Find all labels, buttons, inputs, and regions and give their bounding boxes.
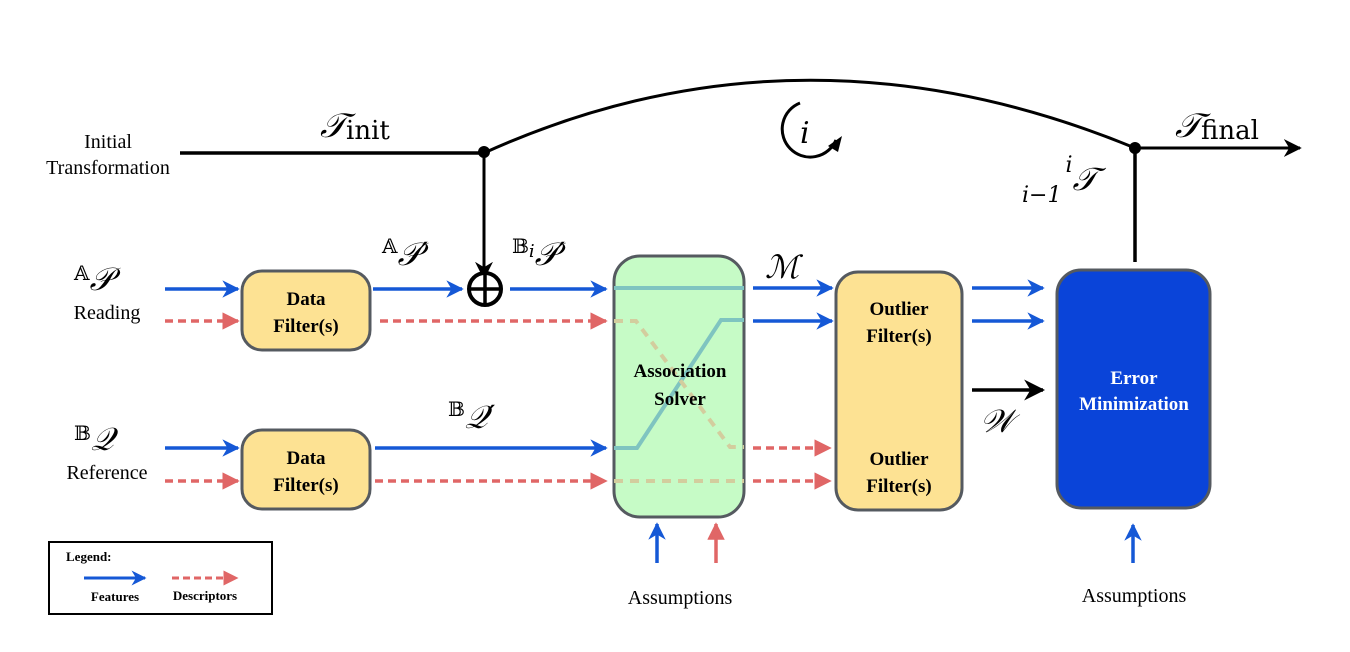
matches-label: ℳ [765, 248, 804, 286]
bi-p-prime-label: 𝔹i𝒫′ [512, 234, 567, 273]
svg-text:i: i [800, 116, 810, 151]
t-final-label: 𝒯final [1175, 106, 1259, 146]
initial-label: Initial [84, 131, 132, 153]
step-transform-label: i−1i𝒯 [1022, 153, 1107, 208]
assumptions-label: Assumptions [628, 587, 733, 609]
svg-text:Association: Association [634, 361, 727, 382]
error-minimization-block: Error Minimization [1055, 268, 1212, 510]
reading-label: Reading [74, 302, 141, 324]
data-filter-reference-block: Data Filter(s) [240, 428, 372, 511]
svg-text:Minimization: Minimization [1079, 394, 1189, 415]
svg-text:Outlier: Outlier [869, 299, 929, 320]
svg-text:Data: Data [286, 448, 326, 469]
legend-descriptors-label: Descriptors [173, 588, 237, 603]
compose-operator-icon [467, 271, 503, 307]
svg-text:Solver: Solver [654, 389, 706, 410]
weights-label: 𝒲 [980, 402, 1021, 440]
legend-title: Legend: [66, 549, 112, 564]
assumptions-label: Assumptions [1082, 585, 1187, 607]
reference-symbol: 𝔹𝒬 [74, 420, 119, 458]
legend: Legend: Features Descriptors [48, 541, 273, 615]
svg-text:Error: Error [1110, 368, 1158, 389]
reading-symbol: 𝔸𝒫 [73, 260, 122, 298]
svg-text:Outlier: Outlier [869, 449, 929, 470]
a-p-prime-label: 𝔸𝒫′ [381, 234, 430, 273]
registration-pipeline-diagram: Initial Transformation 𝒯init i 𝒯final i−… [46, 78, 1302, 615]
legend-features-label: Features [91, 589, 139, 604]
svg-text:Filter(s): Filter(s) [273, 316, 338, 337]
outlier-filter-block: Outlier Filter(s) Outlier Filter(s) [834, 270, 964, 512]
t-init-label: 𝒯init [320, 106, 390, 146]
data-filter-reading-block: Data Filter(s) [240, 269, 372, 352]
svg-text:Data: Data [286, 289, 326, 310]
b-q-prime-label: 𝔹𝒬′ [448, 397, 496, 436]
association-solver-block: Association Solver [612, 254, 746, 519]
iteration-loop-icon: i [780, 101, 842, 159]
transformation-label: Transformation [46, 157, 170, 179]
svg-text:Filter(s): Filter(s) [866, 476, 931, 497]
svg-text:Filter(s): Filter(s) [273, 475, 338, 496]
transformation-path [180, 78, 1302, 280]
reference-label: Reference [66, 462, 147, 484]
svg-text:Filter(s): Filter(s) [866, 326, 931, 347]
